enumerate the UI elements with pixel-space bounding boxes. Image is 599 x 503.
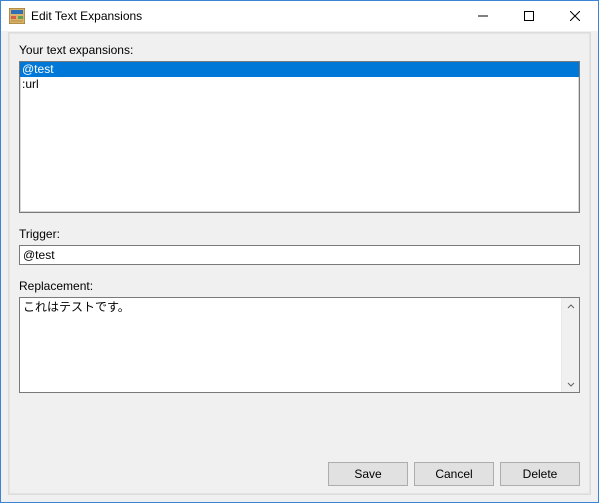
window-frame: Edit Text Expansions Your text expansion…: [0, 0, 599, 503]
scroll-up-icon[interactable]: [562, 298, 579, 315]
button-row: Save Cancel Delete: [19, 442, 580, 486]
list-item[interactable]: @test: [20, 62, 579, 77]
expansions-label: Your text expansions:: [19, 43, 580, 57]
maximize-button[interactable]: [506, 1, 552, 31]
app-icon: [9, 8, 25, 24]
window-title: Edit Text Expansions: [31, 1, 460, 31]
replacement-scrollbar[interactable]: [561, 298, 579, 392]
list-item[interactable]: :url: [20, 77, 579, 92]
trigger-input[interactable]: [19, 245, 580, 265]
close-icon: [570, 11, 580, 21]
close-button[interactable]: [552, 1, 598, 31]
delete-button[interactable]: Delete: [500, 462, 580, 486]
replacement-box: [19, 297, 580, 393]
minimize-button[interactable]: [460, 1, 506, 31]
expansions-listbox[interactable]: @test:url: [19, 61, 580, 213]
maximize-icon: [524, 11, 534, 21]
save-button[interactable]: Save: [328, 462, 408, 486]
replacement-input[interactable]: [20, 298, 562, 392]
cancel-button[interactable]: Cancel: [414, 462, 494, 486]
replacement-label: Replacement:: [19, 279, 580, 293]
trigger-label: Trigger:: [19, 227, 580, 241]
client-area: Your text expansions: @test:url Trigger:…: [9, 33, 590, 494]
titlebar[interactable]: Edit Text Expansions: [1, 1, 598, 31]
window-buttons: [460, 1, 598, 31]
minimize-icon: [478, 11, 488, 21]
scroll-down-icon[interactable]: [562, 375, 579, 392]
